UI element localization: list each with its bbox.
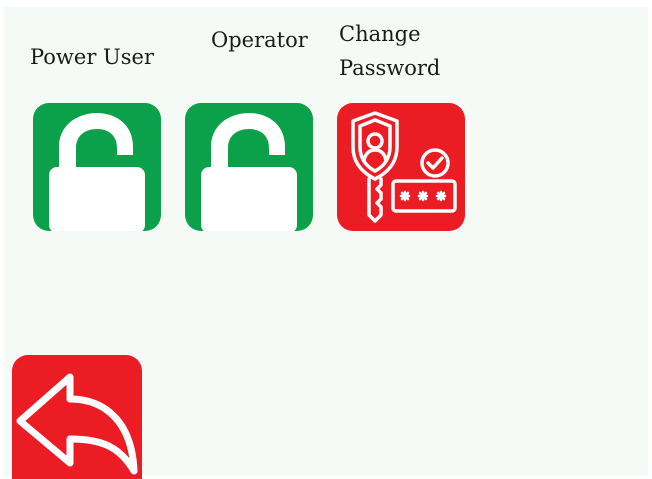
power-user-button[interactable] bbox=[33, 103, 161, 231]
operator-label: Operator bbox=[211, 28, 308, 52]
change-password-label: Change Password bbox=[339, 17, 440, 85]
unlock-icon bbox=[49, 113, 145, 231]
change-password-button[interactable] bbox=[337, 103, 465, 231]
back-arrow-icon bbox=[16, 373, 138, 475]
change-password-label-line1: Change bbox=[339, 22, 421, 46]
power-user-label: Power User bbox=[30, 45, 154, 69]
operator-button[interactable] bbox=[185, 103, 313, 231]
back-button[interactable] bbox=[12, 355, 142, 479]
unlock-icon bbox=[201, 113, 297, 231]
security-key-icon bbox=[351, 111, 457, 223]
change-password-label-line2: Password bbox=[339, 56, 441, 80]
